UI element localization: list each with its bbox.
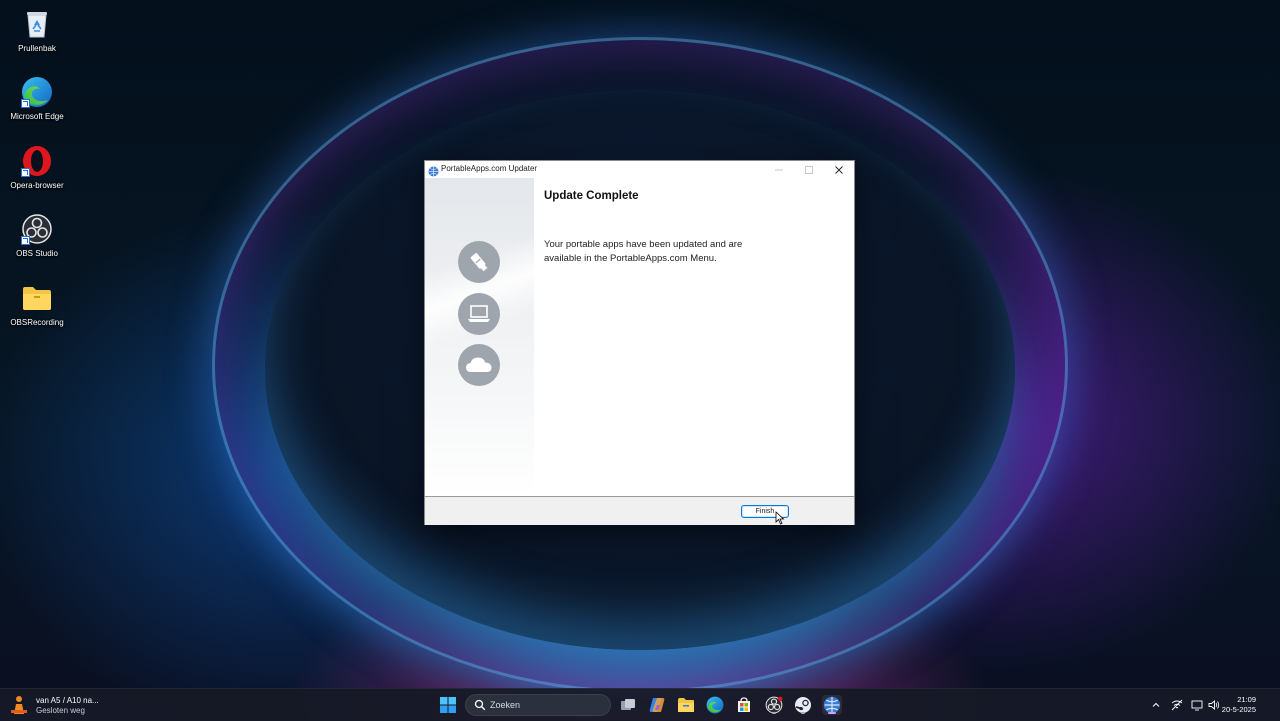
running-indicator xyxy=(772,712,776,714)
start-button[interactable] xyxy=(438,695,458,715)
dialog-message: Your portable apps have been updated and… xyxy=(544,239,743,264)
minimize-button[interactable] xyxy=(764,161,794,178)
shortcut-arrow-icon xyxy=(21,236,30,245)
display-tray-button[interactable] xyxy=(1191,699,1203,711)
task-view-button[interactable] xyxy=(618,695,638,715)
cloud-icon xyxy=(458,344,500,386)
monitor-icon xyxy=(1191,700,1203,711)
updater-dialog: PortableApps.com Updater Update Complete… xyxy=(424,160,855,525)
clock-time: 21:09 xyxy=(1237,695,1256,704)
search-placeholder: Zoeken xyxy=(490,700,521,710)
laptop-icon xyxy=(458,293,500,335)
start-icon xyxy=(440,697,456,713)
window-title: PortableApps.com Updater xyxy=(441,164,538,173)
running-indicator xyxy=(801,712,805,714)
obs-icon xyxy=(21,213,53,245)
edge-taskbar-button[interactable] xyxy=(705,695,725,715)
sidebar-highlight xyxy=(425,208,534,358)
show-hidden-icons-button[interactable] xyxy=(1150,699,1162,711)
news-headline: van A5 / A10 na... xyxy=(36,695,99,705)
maximize-button[interactable] xyxy=(794,161,824,178)
news-subline: Gesloten weg xyxy=(36,705,85,715)
desktop-icon-label: OBS Studio xyxy=(16,249,58,258)
title-bar[interactable]: PortableApps.com Updater xyxy=(425,161,854,178)
opera-icon xyxy=(21,145,53,177)
shortcut-arrow-icon xyxy=(21,99,30,108)
traffic-worker-icon xyxy=(11,696,27,714)
usb-drive-icon xyxy=(458,241,500,283)
steam-taskbar-button[interactable] xyxy=(793,695,813,715)
dialog-footer: Finish xyxy=(425,496,854,525)
recycle-bin-icon xyxy=(21,8,53,40)
search-icon xyxy=(474,699,486,711)
network-tray-button[interactable] xyxy=(1171,699,1183,711)
desktop-icon-label: Microsoft Edge xyxy=(10,112,64,121)
mouse-cursor-icon xyxy=(775,511,785,525)
taskbar-search[interactable]: Zoeken xyxy=(465,694,611,716)
copilot-icon xyxy=(649,698,665,712)
clock-date: 20-5-2025 xyxy=(1221,705,1256,714)
active-indicator xyxy=(828,712,836,714)
network-offline-icon xyxy=(1171,699,1183,711)
desktop-icon-opera[interactable]: Opera-browser xyxy=(4,141,70,205)
store-icon xyxy=(738,697,750,712)
taskbar-clock[interactable]: 21:09 20-5-2025 xyxy=(1222,695,1256,715)
desktop-icon-label: Prullenbak xyxy=(18,44,56,53)
task-view-icon xyxy=(621,699,635,710)
edge-icon xyxy=(706,696,724,714)
maximize-icon xyxy=(805,165,813,174)
portableapps-taskbar-button[interactable] xyxy=(822,695,842,715)
file-explorer-button[interactable] xyxy=(676,695,696,715)
file-explorer-icon xyxy=(678,698,694,712)
store-button[interactable] xyxy=(734,695,754,715)
edge-icon xyxy=(21,76,53,108)
speaker-icon xyxy=(1208,700,1220,710)
obs-taskbar-button[interactable] xyxy=(764,695,784,715)
desktop-icon-label: OBSRecording xyxy=(10,318,64,327)
desktop-icon-recycle-bin[interactable]: Prullenbak xyxy=(4,4,70,68)
folder-icon xyxy=(21,282,53,314)
news-widget[interactable]: van A5 / A10 na... Gesloten weg xyxy=(8,693,99,717)
taskbar: van A5 / A10 na... Gesloten weg Zoeken 2… xyxy=(0,688,1280,721)
copilot-button[interactable] xyxy=(647,695,667,715)
desktop-icon-edge[interactable]: Microsoft Edge xyxy=(4,72,70,136)
volume-tray-button[interactable] xyxy=(1208,699,1220,711)
desktop-icon-obs[interactable]: OBS Studio xyxy=(4,209,70,273)
portableapps-icon xyxy=(428,164,439,177)
chevron-up-icon xyxy=(1152,702,1160,707)
shortcut-arrow-icon xyxy=(21,168,30,177)
desktop-icon-label: Opera-browser xyxy=(10,181,64,190)
dialog-heading: Update Complete xyxy=(544,190,639,202)
minimize-icon xyxy=(775,169,783,170)
dialog-sidebar xyxy=(425,178,534,496)
close-icon xyxy=(835,165,843,174)
close-button[interactable] xyxy=(824,161,854,178)
desktop-icon-obsrecording[interactable]: OBSRecording xyxy=(4,278,70,342)
